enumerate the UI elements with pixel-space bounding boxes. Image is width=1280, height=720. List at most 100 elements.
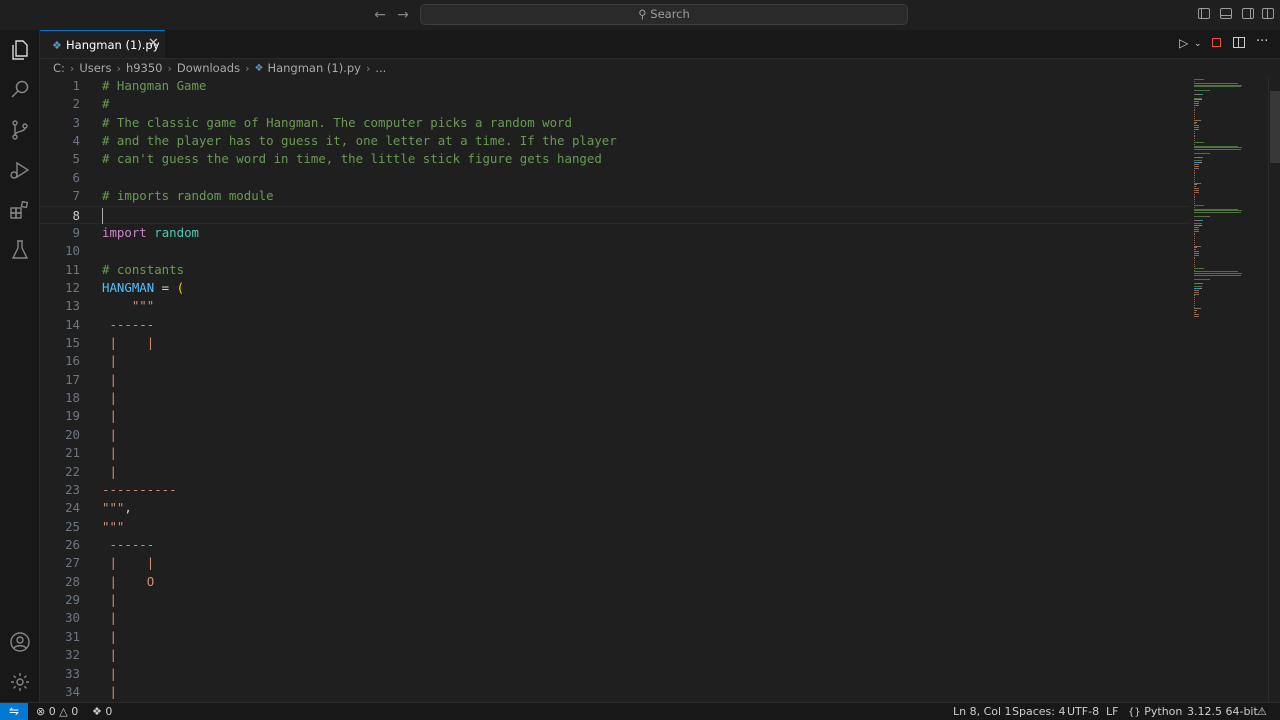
code-line[interactable]: 5 # can't guess the word in time, the lit… (40, 150, 1190, 168)
search-icon[interactable] (8, 78, 32, 102)
code-line[interactable]: 34 | (40, 683, 1190, 701)
minimap-line (1194, 141, 1204, 143)
code-line[interactable]: 6 (40, 169, 1190, 187)
code-line[interactable]: 20 | (40, 426, 1190, 444)
code-line[interactable]: 8 (40, 205, 1190, 224)
code-line[interactable]: 29 | (40, 591, 1190, 609)
code-token: HANGMAN (102, 279, 155, 295)
split-editor-icon[interactable] (1233, 37, 1245, 48)
minimap-line (1194, 308, 1201, 310)
code-line[interactable]: 25 """ (40, 518, 1190, 536)
testing-icon[interactable] (8, 238, 32, 262)
breadcrumb-drive[interactable]: C: (53, 61, 65, 75)
more-actions-icon[interactable]: ··· (1256, 34, 1268, 49)
forward-arrow-icon[interactable]: → (394, 6, 412, 24)
code-text: """ (102, 518, 124, 536)
language-mode[interactable]: {} Python (1128, 705, 1182, 718)
code-text: # and the player has to guess it, one le… (102, 132, 617, 150)
code-editor[interactable]: 1 # Hangman Game 2 #3 # The classic game of … (40, 77, 1190, 702)
code-line[interactable]: 7 # imports random module (40, 187, 1190, 205)
run-debug-icon[interactable] (8, 158, 32, 182)
source-control-icon[interactable] (8, 118, 32, 142)
close-icon[interactable]: ✕ (148, 36, 159, 51)
tab-bar: ❖ Hangman (1).py ✕ (40, 30, 1280, 59)
code-line[interactable]: 10 (40, 242, 1190, 260)
manage-gear-icon[interactable] (8, 670, 32, 694)
code-text: | (102, 389, 116, 407)
minimap-line (1194, 208, 1239, 210)
code-line[interactable]: 24 """, (40, 499, 1190, 517)
minimap-line (1194, 239, 1196, 241)
breadcrumb-users[interactable]: Users (79, 61, 111, 75)
minimap-line (1198, 219, 1204, 221)
code-line[interactable]: 17 | (40, 371, 1190, 389)
stop-icon[interactable] (1212, 38, 1221, 47)
python-interpreter[interactable]: 3.12.5 64-bit (1187, 705, 1258, 718)
command-center-search[interactable]: ⚲ Search (420, 4, 908, 25)
accounts-icon[interactable] (8, 630, 32, 654)
code-line[interactable]: 3 # The classic game of Hangman. The comp… (40, 114, 1190, 132)
code-line[interactable]: 2 # (40, 95, 1190, 113)
vertical-scrollbar[interactable] (1268, 77, 1280, 702)
problems-indicator[interactable]: ⊗ 0 △ 0 (36, 705, 78, 718)
run-python-file-icon[interactable]: ▷ (1179, 36, 1188, 50)
code-line[interactable]: 14 ------ (40, 316, 1190, 334)
code-line[interactable]: 27 | | (40, 554, 1190, 572)
explorer-icon[interactable] (8, 38, 32, 62)
chevron-down-icon[interactable]: ⌄ (1194, 39, 1202, 49)
indentation[interactable]: Spaces: 4 (1012, 705, 1065, 718)
minimap-line (1194, 86, 1241, 88)
line-number: 22 (65, 463, 80, 479)
breadcrumb-symbols[interactable]: ... (375, 61, 386, 75)
notifications-bell-icon[interactable]: ⚠ (1257, 705, 1267, 718)
code-line[interactable]: 28 | O (40, 573, 1190, 591)
minimap-line (1194, 258, 1196, 260)
encoding[interactable]: UTF-8 (1067, 705, 1099, 718)
breadcrumb-downloads[interactable]: Downloads (177, 61, 240, 75)
code-line[interactable]: 19 | (40, 407, 1190, 425)
minimap-line (1194, 84, 1243, 86)
breadcrumb-file[interactable]: Hangman (1).py (267, 61, 361, 75)
tab-hangman-py[interactable]: ❖ Hangman (1).py ✕ (40, 30, 165, 58)
remote-indicator-icon[interactable]: ⇋ (0, 703, 28, 720)
search-icon: ⚲ (638, 7, 647, 21)
line-number: 13 (65, 298, 80, 314)
toggle-primary-sidebar-icon[interactable] (1198, 8, 1210, 19)
code-line[interactable]: 13 """ (40, 297, 1190, 315)
broadcast-icon: ❖ (92, 705, 102, 718)
minimap-line (1194, 186, 1197, 188)
code-line[interactable]: 18 | (40, 389, 1190, 407)
code-line[interactable]: 1 # Hangman Game (40, 77, 1190, 95)
minimap-line (1194, 286, 1202, 288)
code-line[interactable]: 15 | | (40, 334, 1190, 352)
toggle-panel-icon[interactable] (1220, 8, 1232, 19)
code-line[interactable]: 30 | (40, 609, 1190, 627)
code-line[interactable]: 9 import random (40, 224, 1190, 242)
minimap-line (1194, 260, 1196, 262)
back-arrow-icon[interactable]: ← (371, 6, 389, 24)
minimap-line (1194, 116, 1196, 117)
toggle-secondary-sidebar-icon[interactable] (1242, 8, 1254, 19)
code-line[interactable]: 16 | (40, 352, 1190, 370)
code-line[interactable]: 31 | (40, 628, 1190, 646)
minimap-line (1194, 80, 1195, 82)
cursor-position[interactable]: Ln 8, Col 1 (953, 705, 1012, 718)
code-line[interactable]: 22 | (40, 463, 1190, 481)
breadcrumb-user[interactable]: h9350 (126, 61, 163, 75)
code-line[interactable]: 4 # and the player has to guess it, one l… (40, 132, 1190, 150)
code-line[interactable]: 32 | (40, 646, 1190, 664)
code-line[interactable]: 21 | (40, 444, 1190, 462)
code-line[interactable]: 33 | (40, 665, 1190, 683)
code-line[interactable]: 12 HANGMAN = ( (40, 279, 1190, 297)
code-token: ( (176, 279, 185, 295)
ports-indicator[interactable]: ❖ 0 (92, 705, 112, 718)
customize-layout-icon[interactable] (1262, 8, 1274, 19)
code-line[interactable]: 23 ---------- (40, 481, 1190, 499)
extensions-icon[interactable] (8, 198, 32, 222)
code-line[interactable]: 26 ------ (40, 536, 1190, 554)
scrollbar-thumb[interactable] (1270, 91, 1280, 163)
minimap-line (1194, 271, 1239, 273)
minimap[interactable] (1190, 77, 1268, 702)
end-of-line[interactable]: LF (1106, 705, 1118, 718)
code-line[interactable]: 11 # constants (40, 261, 1190, 279)
